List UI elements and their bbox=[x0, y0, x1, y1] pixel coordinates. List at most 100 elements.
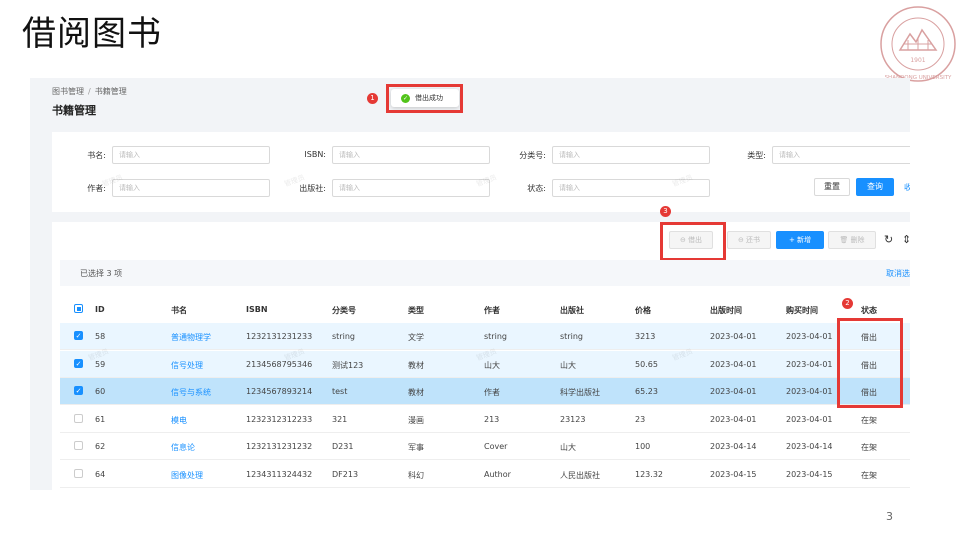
table-row[interactable]: ✓ 60 信号与系统 1234567893214 test 教材 作者 科学出版社 65.23 2… bbox=[60, 378, 910, 405]
cell-type: 科幻 bbox=[408, 470, 424, 480]
column-height-icon[interactable]: ⇕ bbox=[902, 233, 910, 246]
table-row[interactable]: ✓ 59 信号处理 2134568795346 测试123 教材 山大 山大 50.65 2023… bbox=[60, 350, 910, 378]
cell-type: 教材 bbox=[408, 360, 424, 370]
author-input[interactable]: 请输入 bbox=[112, 179, 270, 197]
field-label-isbn: ISBN: bbox=[304, 150, 326, 159]
cell-category: 321 bbox=[332, 414, 348, 424]
delete-button[interactable]: 🗑 删除 bbox=[828, 231, 876, 249]
return-button[interactable]: ⊖ 还书 bbox=[727, 231, 771, 249]
cell-category: DF213 bbox=[332, 469, 359, 479]
column-header[interactable]: 分类号 bbox=[332, 305, 356, 316]
row-checkbox[interactable] bbox=[74, 468, 83, 478]
cell-purchase-date: 2023-04-15 bbox=[786, 469, 833, 479]
table-row[interactable]: 61 模电 1232312312233 321 漫画 213 23123 23 2023-04-… bbox=[60, 406, 910, 433]
column-header[interactable]: 价格 bbox=[635, 305, 651, 316]
cell-type: 文学 bbox=[408, 333, 424, 342]
column-header[interactable]: 购买时间 bbox=[786, 305, 818, 316]
publisher-input[interactable]: 请输入 bbox=[332, 179, 490, 197]
table-row[interactable]: ✓ 58 普通物理学 1232131231233 string 文学 string strin… bbox=[60, 323, 910, 350]
table-row[interactable]: 62 信息论 1232131231232 D231 军事 Cover 山大 100 2023-0… bbox=[60, 433, 910, 460]
type-input[interactable]: 请输入 bbox=[772, 146, 910, 164]
column-header[interactable]: ID bbox=[95, 305, 105, 314]
cell-id: 62 bbox=[95, 442, 106, 451]
cell-title[interactable]: 信息论 bbox=[171, 442, 195, 453]
cell-title[interactable]: 信号处理 bbox=[171, 360, 203, 371]
breadcrumb-item[interactable]: 图书管理 bbox=[52, 87, 84, 96]
page-title: 书籍管理 bbox=[52, 104, 96, 117]
app-screenshot: 图书管理 / 书籍管理 书籍管理 1 ✓ 借出成功 书名: 请输入 ISBN: 请输… bbox=[30, 78, 910, 490]
cell-id: 64 bbox=[95, 469, 106, 479]
selection-bar: 已选择 3 项 取消选 bbox=[60, 260, 910, 286]
cell-price: 50.65 bbox=[635, 359, 658, 369]
column-header[interactable]: 出版社 bbox=[560, 305, 584, 316]
cell-title[interactable]: 模电 bbox=[171, 415, 187, 426]
annotation-badge-1: 1 bbox=[367, 93, 378, 104]
field-label-title: 书名: bbox=[87, 151, 106, 160]
cell-isbn: 1234311324432 bbox=[246, 469, 313, 479]
query-button[interactable]: 查询 bbox=[856, 178, 894, 196]
cell-status: 在架 bbox=[861, 470, 877, 480]
cell-purchase-date: 2023-04-01 bbox=[786, 414, 833, 424]
cell-publish-date: 2023-04-01 bbox=[710, 359, 757, 369]
annotation-badge-2: 2 bbox=[842, 298, 853, 309]
annotation-badge-3: 3 bbox=[660, 206, 671, 217]
cell-isbn: 2134568795346 bbox=[246, 359, 313, 369]
page-number: 3 bbox=[886, 510, 893, 523]
cell-id: 58 bbox=[95, 332, 106, 341]
university-logo: 1901 SHANDONG UNIVERSITY bbox=[880, 6, 956, 82]
cell-publisher: string bbox=[560, 332, 583, 341]
select-all-checkbox[interactable] bbox=[74, 304, 83, 313]
cell-price: 3213 bbox=[635, 332, 656, 341]
status-input[interactable]: 请输入 bbox=[552, 179, 710, 197]
field-label-publisher: 出版社: bbox=[299, 184, 326, 193]
breadcrumb-separator: / bbox=[88, 87, 91, 96]
add-button[interactable]: + 新增 bbox=[776, 231, 824, 249]
cell-price: 123.32 bbox=[635, 469, 663, 479]
column-header[interactable]: ISBN bbox=[246, 305, 268, 314]
cell-title[interactable]: 普通物理学 bbox=[171, 332, 211, 343]
column-header[interactable]: 书名 bbox=[171, 305, 187, 316]
collapse-link[interactable]: 收 bbox=[904, 182, 910, 193]
category-input[interactable]: 请输入 bbox=[552, 146, 710, 164]
row-checkbox[interactable] bbox=[74, 413, 83, 423]
table-row[interactable]: 64 图像处理 1234311324432 DF213 科幻 Author 人民出版社 123… bbox=[60, 461, 910, 488]
cell-title[interactable]: 图像处理 bbox=[171, 470, 203, 481]
cell-author: string bbox=[484, 332, 507, 341]
field-label-author: 作者: bbox=[87, 184, 106, 193]
column-header[interactable]: 状态 bbox=[861, 305, 877, 316]
field-label-category: 分类号: bbox=[519, 151, 546, 160]
column-header[interactable]: 出版时间 bbox=[710, 305, 742, 316]
highlight-box-borrow bbox=[660, 222, 726, 261]
highlight-box-toast bbox=[386, 84, 463, 113]
cancel-selection-link[interactable]: 取消选 bbox=[886, 268, 910, 279]
isbn-input[interactable]: 请输入 bbox=[332, 146, 490, 164]
cell-id: 61 bbox=[95, 414, 106, 424]
reset-button[interactable]: 重置 bbox=[814, 178, 850, 196]
cell-status: 在架 bbox=[861, 415, 877, 425]
cell-publisher: 23123 bbox=[560, 414, 586, 424]
cell-author: 213 bbox=[484, 414, 500, 424]
highlight-box-status bbox=[837, 318, 903, 408]
cell-type: 教材 bbox=[408, 388, 424, 397]
row-checkbox[interactable]: ✓ bbox=[74, 331, 83, 340]
table-header: ID 书名 ISBN 分类号 类型 作者 出版社 价格 出版时间 购买时间 状态 bbox=[60, 296, 910, 323]
refresh-icon[interactable]: ↻ bbox=[884, 233, 893, 246]
column-header[interactable]: 类型 bbox=[408, 305, 424, 316]
cell-isbn: 1232312312233 bbox=[246, 414, 313, 424]
logo-year: 1901 bbox=[910, 57, 925, 64]
search-form: 书名: 请输入 ISBN: 请输入 分类号: 请输入 类型: 请输入 作者: 请… bbox=[52, 132, 910, 212]
column-header[interactable]: 作者 bbox=[484, 305, 500, 316]
cell-publisher: 山大 bbox=[560, 360, 576, 370]
breadcrumb-item: 书籍管理 bbox=[94, 87, 127, 96]
row-checkbox[interactable] bbox=[74, 441, 83, 450]
cell-id: 60 bbox=[95, 387, 106, 396]
breadcrumb: 图书管理 / 书籍管理 bbox=[52, 86, 127, 97]
cell-publish-date: 2023-04-15 bbox=[710, 469, 757, 479]
cell-publisher: 科学出版社 bbox=[560, 388, 600, 397]
cell-author: Cover bbox=[484, 442, 508, 451]
row-checkbox[interactable]: ✓ bbox=[74, 358, 83, 368]
cell-purchase-date: 2023-04-01 bbox=[786, 359, 833, 369]
cell-title[interactable]: 信号与系统 bbox=[171, 387, 211, 398]
title-input[interactable]: 请输入 bbox=[112, 146, 270, 164]
row-checkbox[interactable]: ✓ bbox=[74, 386, 83, 395]
